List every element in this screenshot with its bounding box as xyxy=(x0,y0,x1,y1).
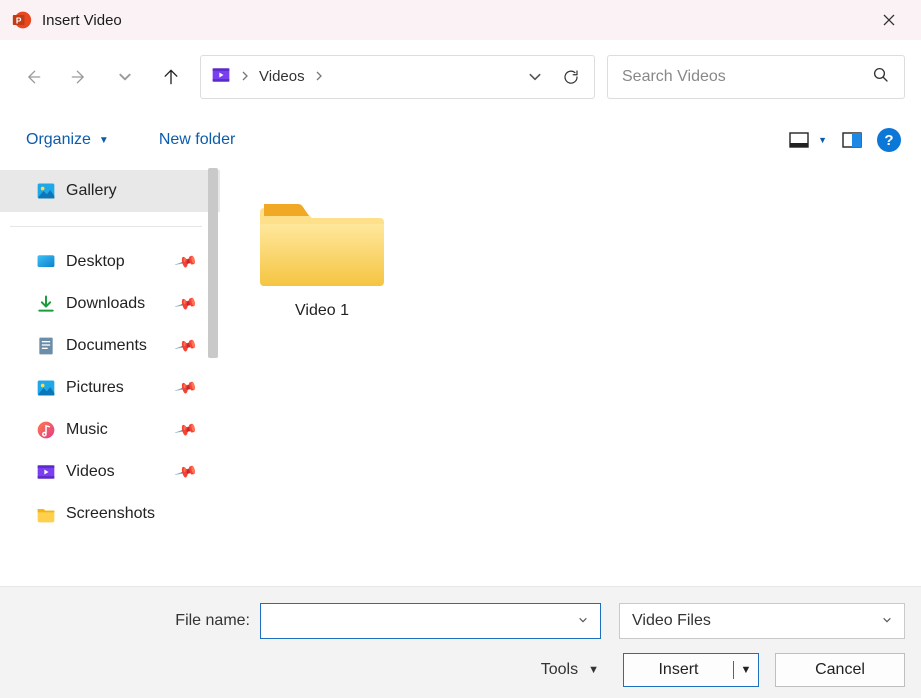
filename-dropdown-button[interactable] xyxy=(574,615,592,628)
sidebar-item-label: Documents xyxy=(66,337,147,355)
sidebar-item-label: Music xyxy=(66,421,108,439)
desktop-icon xyxy=(36,252,56,272)
view-mode-dropdown[interactable]: ▼ xyxy=(818,135,827,145)
folder-item-video1[interactable]: Video 1 xyxy=(248,188,396,326)
sidebar-item-pictures[interactable]: Pictures 📌 xyxy=(0,367,220,409)
help-button[interactable]: ? xyxy=(877,128,901,152)
sidebar-item-label: Pictures xyxy=(66,379,124,397)
new-folder-button[interactable]: New folder xyxy=(151,125,243,155)
downloads-icon xyxy=(36,294,56,314)
sidebar-item-label: Gallery xyxy=(66,182,117,200)
sidebar-item-screenshots[interactable]: Screenshots xyxy=(0,493,220,535)
breadcrumb-chevron-icon[interactable] xyxy=(315,70,323,84)
nav-forward-button[interactable] xyxy=(62,60,96,94)
sidebar-item-videos[interactable]: Videos 📌 xyxy=(0,451,220,493)
pin-icon[interactable]: 📌 xyxy=(174,334,199,359)
chevron-down-icon xyxy=(882,615,892,628)
sidebar-item-gallery[interactable]: Gallery xyxy=(0,170,220,212)
sidebar-item-label: Downloads xyxy=(66,295,145,313)
documents-icon xyxy=(36,336,56,356)
pin-icon[interactable]: 📌 xyxy=(174,418,199,443)
sidebar-scrollbar[interactable] xyxy=(206,166,220,586)
folder-icon xyxy=(258,194,386,290)
filename-combobox[interactable] xyxy=(260,603,601,639)
tools-button[interactable]: Tools ▼ xyxy=(533,657,607,683)
view-mode-button[interactable] xyxy=(788,131,810,149)
window-title: Insert Video xyxy=(42,12,869,29)
file-type-filter-label: Video Files xyxy=(632,612,882,630)
cancel-button[interactable]: Cancel xyxy=(775,653,905,687)
svg-text:P: P xyxy=(16,15,22,25)
videos-icon xyxy=(36,462,56,482)
folder-icon xyxy=(36,504,56,524)
pin-icon[interactable]: 📌 xyxy=(174,250,199,275)
sidebar-item-label: Desktop xyxy=(66,253,125,271)
sidebar-item-downloads[interactable]: Downloads 📌 xyxy=(0,283,220,325)
address-bar[interactable]: Videos xyxy=(200,55,595,99)
search-icon[interactable] xyxy=(872,66,890,87)
sidebar-item-documents[interactable]: Documents 📌 xyxy=(0,325,220,367)
nav-up-button[interactable] xyxy=(154,60,188,94)
nav-recent-dropdown[interactable] xyxy=(108,60,142,94)
insert-dropdown-button[interactable]: ▼ xyxy=(734,664,758,676)
pin-icon[interactable]: 📌 xyxy=(174,292,199,317)
file-type-filter[interactable]: Video Files xyxy=(619,603,905,639)
preview-pane-button[interactable] xyxy=(841,131,863,149)
powerpoint-icon: P xyxy=(12,10,32,30)
sidebar-item-music[interactable]: Music 📌 xyxy=(0,409,220,451)
pictures-icon xyxy=(36,378,56,398)
breadcrumb-location[interactable]: Videos xyxy=(259,68,305,85)
caret-down-icon: ▼ xyxy=(588,664,599,676)
insert-button[interactable]: Insert xyxy=(624,661,734,679)
breadcrumb-chevron-icon[interactable] xyxy=(241,70,249,84)
sidebar-item-label: Screenshots xyxy=(66,505,155,523)
scrollbar-thumb[interactable] xyxy=(208,168,218,358)
filename-input[interactable] xyxy=(269,613,574,630)
sidebar-item-desktop[interactable]: Desktop 📌 xyxy=(0,241,220,283)
music-icon xyxy=(36,420,56,440)
organize-button[interactable]: Organize ▼ xyxy=(18,125,117,155)
address-dropdown-button[interactable] xyxy=(522,64,548,90)
organize-label: Organize xyxy=(26,131,91,149)
caret-down-icon: ▼ xyxy=(99,135,109,146)
filename-label: File name: xyxy=(0,612,260,630)
pin-icon[interactable]: 📌 xyxy=(174,376,199,401)
file-label: Video 1 xyxy=(295,302,349,320)
search-input[interactable] xyxy=(622,68,872,86)
close-button[interactable] xyxy=(869,0,909,40)
nav-back-button[interactable] xyxy=(16,60,50,94)
sidebar-separator xyxy=(10,226,202,227)
file-list-pane[interactable]: Video 1 xyxy=(220,166,921,586)
videos-location-icon xyxy=(211,65,231,88)
gallery-icon xyxy=(36,181,56,201)
sidebar: Gallery Desktop 📌 Downloads 📌 Documents … xyxy=(0,166,220,586)
insert-split-button[interactable]: Insert ▼ xyxy=(623,653,759,687)
sidebar-item-label: Videos xyxy=(66,463,115,481)
search-box[interactable] xyxy=(607,55,905,99)
tools-label: Tools xyxy=(541,661,578,679)
pin-icon[interactable]: 📌 xyxy=(174,460,199,485)
new-folder-label: New folder xyxy=(159,131,235,149)
refresh-button[interactable] xyxy=(558,64,584,90)
